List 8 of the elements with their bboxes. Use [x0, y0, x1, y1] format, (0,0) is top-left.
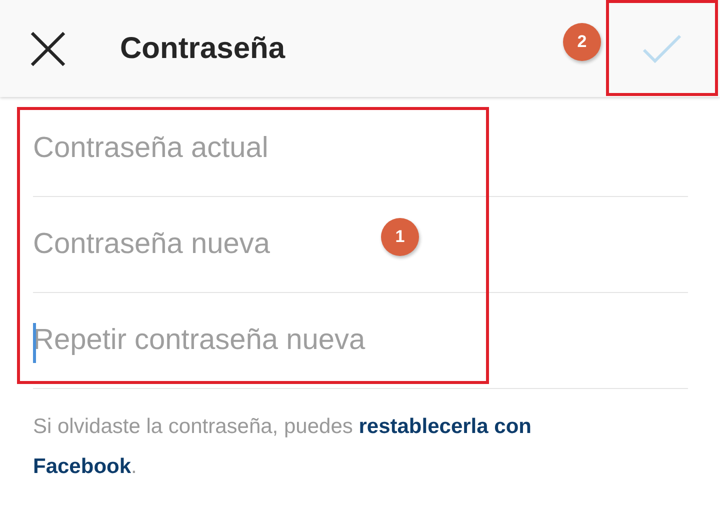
page-title: Contraseña: [120, 32, 286, 66]
check-icon: [642, 32, 682, 64]
facebook-link[interactable]: Facebook: [33, 455, 132, 478]
password-field[interactable]: Contraseña actual: [33, 126, 688, 170]
step-badge: 1: [381, 218, 419, 256]
help-text: Si olvidaste la contraseña, puedes restablecerla con Facebook.: [33, 414, 532, 480]
close-icon: [30, 30, 66, 66]
facebook-link[interactable]: restablecerla con: [358, 415, 532, 438]
